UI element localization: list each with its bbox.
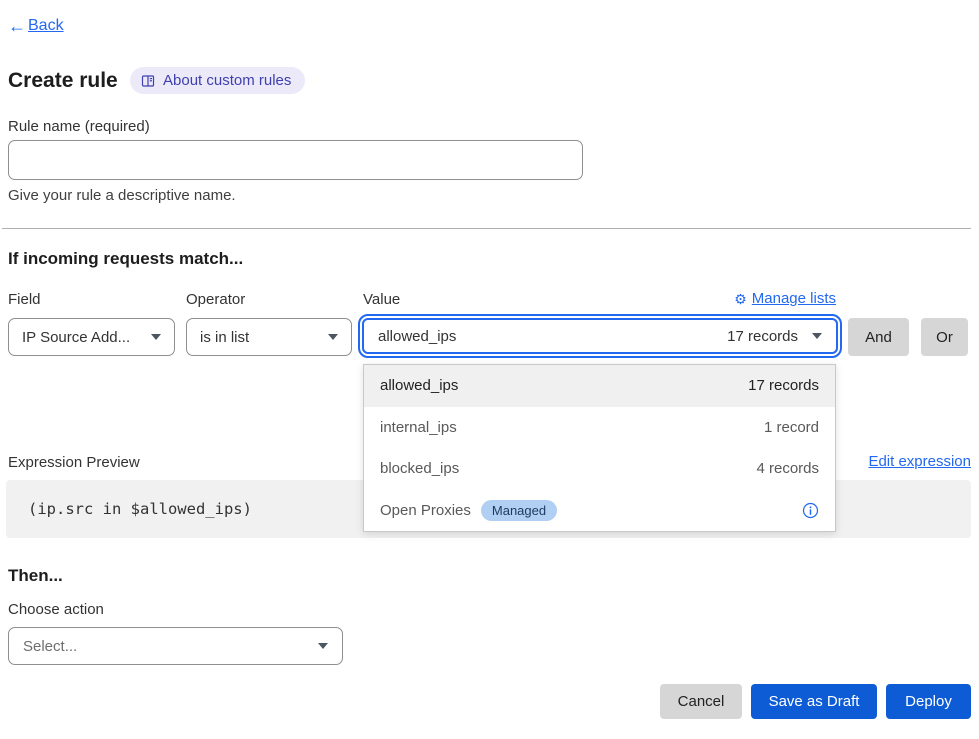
chevron-down-icon [318,643,328,649]
action-select-placeholder: Select... [23,638,77,655]
value-select-meta: 17 records [727,328,798,345]
list-item-meta: 4 records [756,460,819,477]
expression-code: (ip.src in $allowed_ips) [28,500,252,518]
or-button[interactable]: Or [921,318,968,356]
list-item-name: blocked_ips [380,460,459,477]
list-item-name: Open Proxies [380,502,471,519]
chevron-down-icon [151,334,161,340]
edit-expression-link[interactable]: Edit expression [868,453,971,470]
managed-badge: Managed [481,500,557,521]
value-select-focus-ring: allowed_ips 17 records [358,314,842,358]
section-divider [2,228,971,229]
manage-lists-label: Manage lists [752,290,836,307]
operator-select-value: is in list [200,329,249,346]
value-dropdown-panel: allowed_ips 17 records internal_ips 1 re… [363,364,836,532]
save-as-draft-button[interactable]: Save as Draft [751,684,877,719]
list-item-meta: 1 record [764,419,819,436]
operator-label: Operator [186,291,245,308]
gear-icon: ⚙ [734,292,747,306]
expression-preview-label: Expression Preview [8,454,140,471]
cancel-button[interactable]: Cancel [660,684,742,719]
about-badge-label: About custom rules [163,72,291,89]
field-label: Field [8,291,41,308]
book-icon [141,74,155,88]
page-title: Create rule [8,69,118,93]
list-item-name: allowed_ips [380,377,458,394]
deploy-button[interactable]: Deploy [886,684,971,719]
back-link[interactable]: ←Back [8,17,64,35]
info-icon[interactable] [802,502,819,519]
value-select[interactable]: allowed_ips 17 records [362,318,838,354]
back-label: Back [28,17,64,35]
back-arrow-icon: ← [8,17,26,35]
list-item-open-proxies[interactable]: Open Proxies Managed [364,490,835,532]
list-item-allowed-ips[interactable]: allowed_ips 17 records [364,365,835,407]
field-select[interactable]: IP Source Add... [8,318,175,356]
and-button[interactable]: And [848,318,909,356]
chevron-down-icon [812,333,822,339]
list-item-internal-ips[interactable]: internal_ips 1 record [364,407,835,449]
then-section-heading: Then... [8,566,63,586]
match-section-heading: If incoming requests match... [8,249,243,269]
action-select[interactable]: Select... [8,627,343,665]
list-item-name: internal_ips [380,419,457,436]
rule-name-helper: Give your rule a descriptive name. [8,187,236,204]
list-item-meta: 17 records [748,377,819,394]
choose-action-label: Choose action [8,601,104,618]
about-custom-rules-link[interactable]: About custom rules [130,67,305,94]
chevron-down-icon [328,334,338,340]
value-select-name: allowed_ips [378,328,727,345]
operator-select[interactable]: is in list [186,318,352,356]
rule-name-input[interactable] [8,140,583,180]
field-select-value: IP Source Add... [22,329,130,346]
rule-name-label: Rule name (required) [8,118,150,135]
value-label: Value [363,291,400,308]
list-item-blocked-ips[interactable]: blocked_ips 4 records [364,448,835,490]
create-rule-page: ←Back Create rule About custom rules Rul… [0,0,979,739]
manage-lists-link[interactable]: ⚙ Manage lists [734,290,836,307]
